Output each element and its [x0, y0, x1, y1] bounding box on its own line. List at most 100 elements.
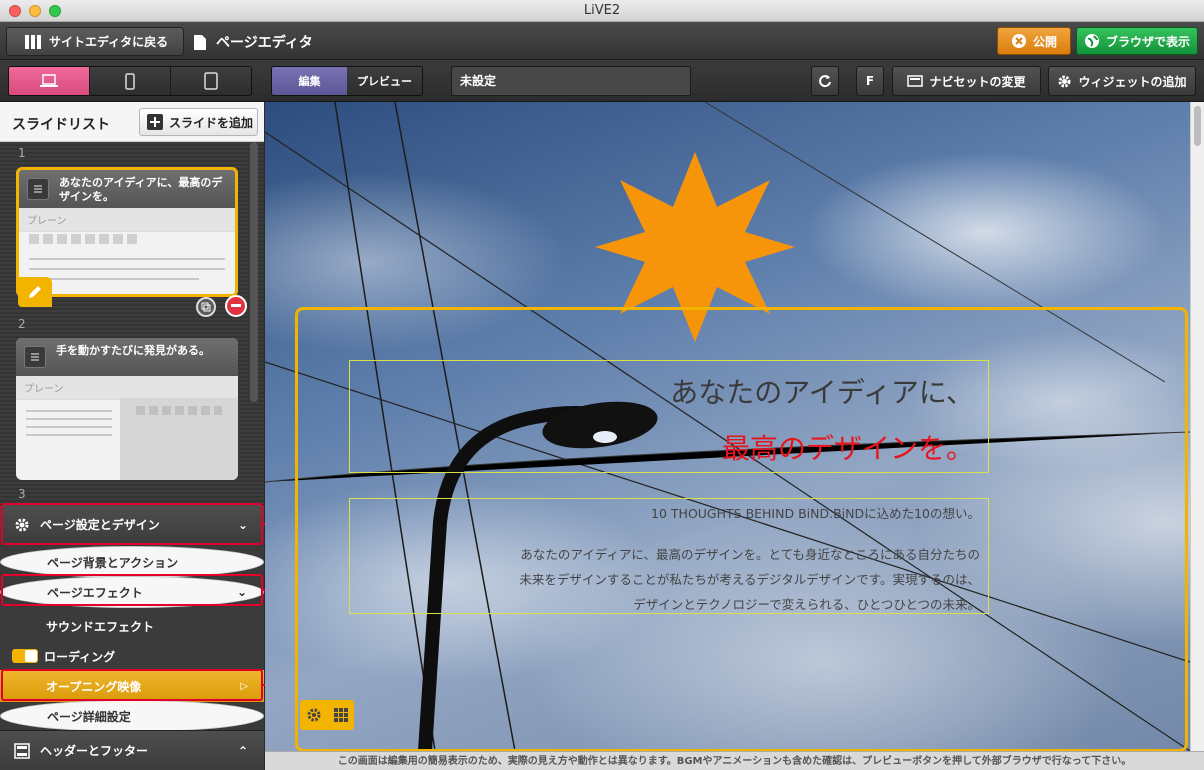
page-name-field[interactable]: 未設定	[451, 66, 691, 96]
pencil-icon	[29, 286, 41, 298]
slide-list: 1 あなたのアイディアに、最高のデザインを。 プレーン 2 手を動かすたびに発見…	[0, 142, 264, 504]
body-title: 10 THOUGHTS BEHIND BiND.BiNDに込めた10の想い。	[651, 506, 980, 521]
gear-icon[interactable]	[306, 707, 322, 723]
toggle-switch[interactable]	[12, 649, 38, 663]
desktop-view-button[interactable]	[9, 67, 90, 95]
slide-thumbnail-line	[29, 258, 225, 260]
add-slide-label: スライドを追加	[169, 115, 254, 130]
sound-effect-item[interactable]: サウンドエフェクト	[0, 610, 264, 642]
refresh-button[interactable]	[811, 66, 839, 96]
slide-number: 2	[18, 317, 26, 331]
document-icon	[194, 34, 206, 50]
slide-card-layout: プレーン	[16, 376, 238, 400]
smartphone-view-button[interactable]	[90, 67, 171, 95]
widget-label: ウィジェットの追加	[1078, 74, 1187, 89]
back-label: サイトエディタに戻る	[49, 35, 169, 49]
close-window-button[interactable]	[9, 5, 21, 17]
callout-frame	[1, 669, 263, 701]
header-footer-icon	[14, 742, 30, 759]
window-controls	[9, 5, 61, 17]
edit-slide-button[interactable]	[18, 277, 52, 307]
page-detail-settings-item[interactable]: ページ詳細設定	[0, 700, 264, 732]
navset-change-button[interactable]: ナビセットの変更	[892, 66, 1041, 96]
delete-slide-button[interactable]	[225, 295, 247, 317]
font-label: F	[865, 74, 875, 88]
slide-thumbnail-line	[29, 268, 225, 270]
back-to-site-editor-button[interactable]: サイトエディタに戻る	[6, 27, 184, 56]
tablet-view-button[interactable]	[171, 67, 251, 95]
font-button[interactable]: F	[856, 66, 884, 96]
slide-thumbnail-line	[29, 278, 199, 280]
duplicate-slide-button[interactable]	[196, 297, 216, 317]
grid-icon[interactable]	[333, 707, 349, 723]
body-line: 未来をデザインすることが私たちが考えるデジタルデザインです。実現するのは、	[519, 572, 980, 587]
slide-thumbnail-line	[26, 434, 112, 436]
block-settings-toolbar	[300, 700, 354, 730]
mode-switcher: 編集 プレビュー	[271, 66, 423, 96]
page-canvas[interactable]: あなたのアイディアに、 最高のデザインを。 10 THOUGHTS BEHIND…	[265, 102, 1190, 751]
body-text-box[interactable]: 10 THOUGHTS BEHIND BiND.BiNDに込めた10の想い。 あ…	[349, 498, 989, 614]
minimize-window-button[interactable]	[29, 5, 41, 17]
slide-list-scrollbar[interactable]	[250, 142, 258, 402]
publish-icon	[1011, 34, 1026, 48]
text-lines-icon	[24, 346, 46, 368]
slide-card-title: あなたのアイディアに、最高のデザインを。	[59, 176, 223, 203]
add-slide-button[interactable]: スライドを追加	[139, 108, 258, 136]
slide-thumbnail-placeholder	[136, 406, 222, 415]
canvas-scrollbar-thumb[interactable]	[1194, 106, 1201, 146]
header-footer-section-header[interactable]: ヘッダーとフッター ⌃	[0, 730, 264, 770]
view-in-browser-button[interactable]: ブラウザで表示	[1076, 27, 1198, 55]
headline-line1: あなたのアイディアに、	[670, 376, 974, 409]
window-titlebar: LiVE2	[0, 0, 1204, 22]
slide-card-header: あなたのアイディアに、最高のデザインを。	[19, 170, 235, 208]
minus-icon	[231, 304, 241, 307]
top-toolbar: サイトエディタに戻る ページエディタ 公開 ブラウザで表示	[0, 22, 1204, 60]
slide-thumbnail-line	[26, 426, 112, 428]
page-title-label: ページエディタ	[216, 35, 313, 51]
slide-thumbnail-line	[26, 418, 112, 420]
menu-item-label: ローディング	[44, 649, 116, 664]
browser-label: ブラウザで表示	[1105, 34, 1190, 49]
body-line: あなたのアイディアに、最高のデザインを。とても身近なところにある自分たちの	[520, 547, 980, 562]
headline-line2: 最高のデザインを。	[721, 432, 974, 465]
text-lines-icon	[27, 178, 49, 200]
slide-list-title: スライドリスト	[12, 117, 110, 133]
editor-notice-bar: この画面は編集用の簡易表示のため、実際の見え方や動作とは異なります。BGMやアニ…	[265, 751, 1204, 770]
page-title: ページエディタ	[194, 32, 313, 52]
smartphone-icon	[125, 72, 135, 90]
edit-mode-button[interactable]: 編集	[272, 67, 347, 95]
publish-label: 公開	[1032, 34, 1057, 49]
preview-mode-button[interactable]: プレビュー	[347, 67, 422, 95]
loading-item[interactable]: ローディング	[0, 640, 264, 672]
canvas-scrollbar[interactable]	[1190, 102, 1204, 751]
slide-card-layout: プレーン	[19, 208, 235, 232]
window-title: LiVE2	[583, 3, 621, 18]
grid-columns-icon	[25, 34, 41, 49]
refresh-icon	[819, 75, 831, 88]
slide-thumbnail-line	[26, 410, 112, 412]
globe-icon	[1084, 34, 1099, 48]
slide-card[interactable]: 手を動かすたびに発見がある。 プレーン	[16, 338, 238, 480]
laptop-icon	[40, 74, 58, 87]
body-line: デザインとテクノロジーで変えられる、ひとつひとつの未来。	[633, 597, 980, 612]
callout-frame	[1, 574, 263, 606]
duplicate-icon	[201, 302, 211, 312]
slide-card-title: 手を動かすたびに発見がある。	[56, 344, 210, 357]
navset-label: ナビセットの変更	[929, 74, 1026, 89]
slide-number: 1	[18, 146, 26, 160]
chevron-up-icon: ⌃	[237, 743, 248, 758]
tablet-icon	[204, 72, 218, 90]
zoom-window-button[interactable]	[49, 5, 61, 17]
slide-card-header: 手を動かすたびに発見がある。	[16, 338, 238, 376]
device-switcher	[8, 66, 252, 96]
callout-frame	[1, 503, 263, 545]
slide-list-header: スライドリスト スライドを追加	[0, 102, 264, 142]
slide-thumbnail-placeholder	[29, 234, 139, 244]
headline-text-box[interactable]: あなたのアイディアに、 最高のデザインを。	[349, 360, 989, 473]
section-label: ヘッダーとフッター	[40, 744, 149, 758]
slide-number: 3	[18, 487, 26, 501]
publish-button[interactable]: 公開	[997, 27, 1071, 55]
gear-icon	[1058, 75, 1071, 87]
navset-icon	[907, 75, 924, 87]
add-widget-button[interactable]: ウィジェットの追加	[1048, 66, 1196, 96]
